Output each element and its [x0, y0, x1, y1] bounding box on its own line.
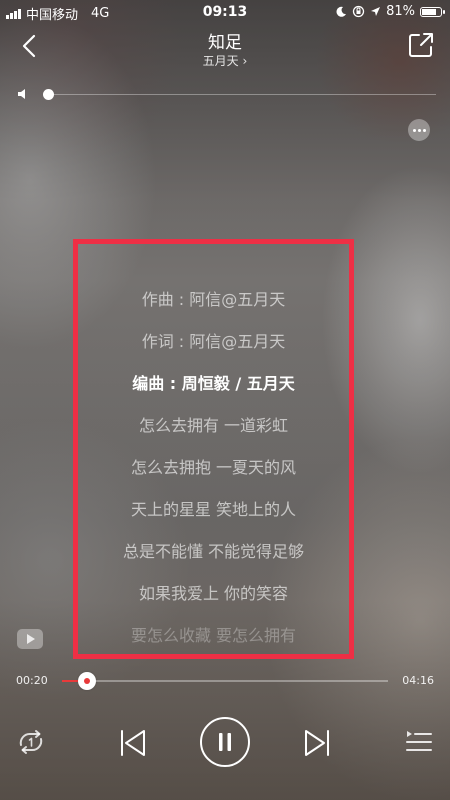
next-track-icon	[305, 730, 329, 756]
rotation-lock-icon	[352, 5, 365, 18]
playlist-button[interactable]	[404, 728, 434, 756]
location-icon	[371, 7, 381, 16]
total-time: 04:16	[402, 674, 434, 687]
status-right: 81%	[335, 4, 445, 19]
previous-track-icon	[121, 730, 145, 756]
share-button[interactable]	[406, 30, 436, 60]
repeat-one-icon	[19, 730, 43, 754]
lyric-line: 总是不能懂 不能觉得足够	[122, 542, 305, 561]
lyrics-highlight-box: 作曲 : 阿信@五月天 作词 : 阿信@五月天 编曲 : 周恒毅 / 五月天 怎么去拥…	[73, 239, 354, 659]
lyric-line: 怎么去拥抱 一夏天的风	[130, 458, 297, 477]
moon-icon	[336, 6, 347, 17]
pause-button[interactable]	[200, 717, 250, 767]
artist-link[interactable]: 五月天 ›	[0, 52, 450, 69]
speaker-icon	[18, 89, 25, 99]
lyric-line: 天上的星星 笑地上的人	[130, 500, 297, 519]
lyric-line: 作词 : 阿信@五月天	[141, 332, 286, 351]
lyric-line: 如果我爱上 你的笑容	[138, 584, 289, 603]
next-track-button[interactable]	[302, 727, 332, 759]
current-time: 00:20	[16, 674, 48, 687]
repeat-mode-button[interactable]	[16, 728, 46, 756]
battery-icon	[420, 6, 445, 17]
pause-icon	[219, 733, 231, 751]
artist-name: 五月天	[202, 54, 239, 68]
more-options-button[interactable]	[408, 119, 430, 141]
lyric-line: 要怎么收藏 要怎么拥有	[130, 626, 297, 645]
previous-track-button[interactable]	[118, 727, 148, 759]
volume-slider[interactable]	[46, 94, 436, 95]
lyric-line: 怎么去拥有 一道彩虹	[138, 416, 289, 435]
battery-percent: 81%	[386, 4, 415, 19]
playlist-icon	[406, 731, 432, 751]
chevron-right-icon: ›	[242, 54, 248, 68]
song-title: 知足	[208, 33, 242, 53]
lyric-line: 作曲 : 阿信@五月天	[141, 290, 286, 309]
progress-bar[interactable]	[62, 672, 388, 690]
lyric-line: 编曲 : 周恒毅 / 五月天	[132, 374, 295, 393]
more-icon	[412, 128, 416, 132]
share-icon	[409, 33, 433, 57]
battery-fill	[422, 8, 437, 15]
status-bar: 中国移动 4G 09:13 81%	[0, 0, 450, 24]
volume-slider-knob[interactable]	[43, 89, 54, 100]
video-play-icon[interactable]	[16, 628, 44, 650]
